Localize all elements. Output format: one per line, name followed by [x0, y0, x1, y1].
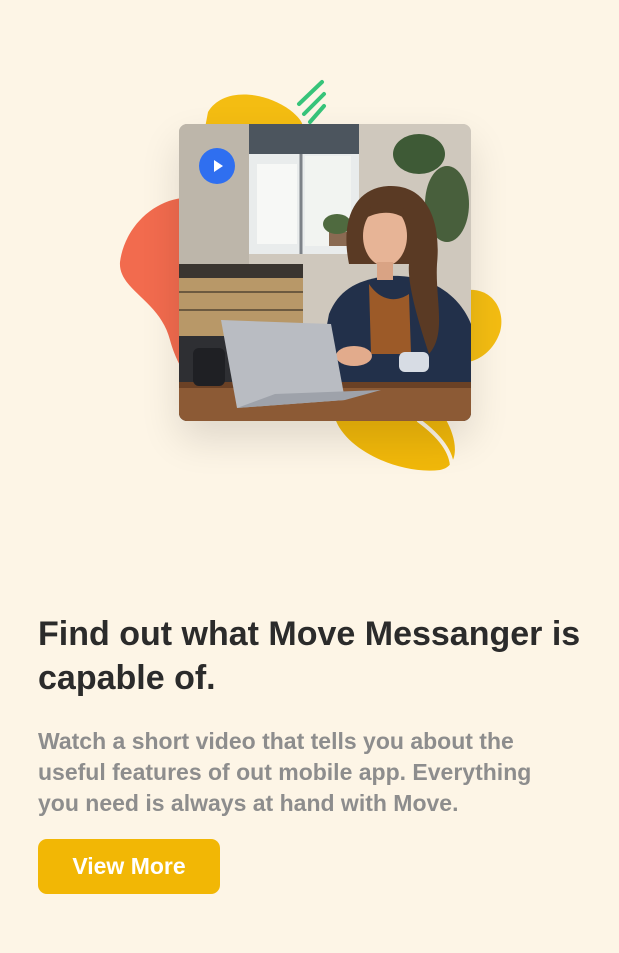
- play-icon: [214, 160, 223, 172]
- yellow-bottom-blob: [335, 418, 455, 471]
- coral-left-blob: [119, 198, 182, 370]
- view-more-button[interactable]: View More: [38, 839, 220, 894]
- page-title: Find out what Move Messanger is capable …: [38, 615, 581, 697]
- yellow-top-blob: [205, 94, 303, 128]
- description-text: Watch a short video that tells you about…: [38, 728, 532, 816]
- green-stripes: [297, 80, 326, 124]
- yellow-right-blob: [468, 289, 502, 362]
- play-button[interactable]: [199, 148, 235, 184]
- video-thumbnail[interactable]: [179, 124, 471, 421]
- hero-illustration: [0, 0, 619, 520]
